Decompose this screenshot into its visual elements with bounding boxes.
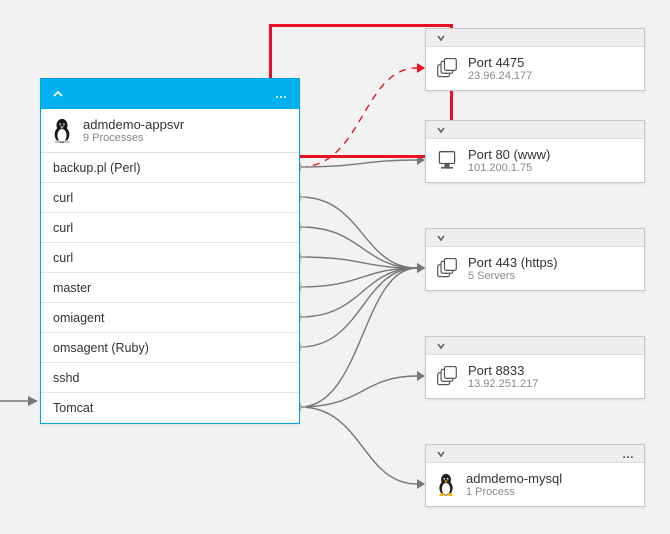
expand-icon[interactable] (432, 229, 450, 247)
target-sub: 23.96.24.177 (468, 70, 532, 82)
target-label: Port 4475 (468, 55, 532, 70)
target-body: Port 80 (www) 101.200.1.75 (426, 139, 644, 182)
target-panel[interactable]: … admdemo-mysql 1 Process (425, 444, 645, 507)
target-header[interactable] (426, 29, 644, 47)
process-row[interactable]: master (41, 273, 299, 303)
process-row[interactable]: Tomcat (41, 393, 299, 423)
target-header[interactable] (426, 337, 644, 355)
target-header[interactable] (426, 229, 644, 247)
source-title: admdemo-appsvr (83, 117, 184, 132)
more-icon[interactable]: … (273, 85, 291, 103)
target-header[interactable]: … (426, 445, 644, 463)
process-list: backup.pl (Perl)curlcurlcurlmasteromiage… (41, 152, 299, 423)
target-label: admdemo-mysql (466, 471, 562, 486)
expand-icon[interactable] (432, 121, 450, 139)
process-row[interactable]: curl (41, 213, 299, 243)
source-subtitle: 9 Processes (83, 132, 184, 144)
target-label: Port 8833 (468, 363, 538, 378)
target-sub: 101.200.1.75 (468, 162, 550, 174)
target-panel[interactable]: Port 8833 13.92.251.217 (425, 336, 645, 399)
source-server-panel[interactable]: … admdemo-appsvr 9 Processes backup.pl (… (40, 78, 300, 424)
expand-icon[interactable] (432, 337, 450, 355)
target-sub: 5 Servers (468, 270, 558, 282)
server-stack-icon (436, 366, 458, 388)
target-panel[interactable]: Port 80 (www) 101.200.1.75 (425, 120, 645, 183)
process-row[interactable]: curl (41, 183, 299, 213)
process-row[interactable]: omiagent (41, 303, 299, 333)
target-body: admdemo-mysql 1 Process (426, 463, 644, 506)
target-body: Port 443 (https) 5 Servers (426, 247, 644, 290)
server-single-icon (436, 150, 458, 172)
target-header[interactable] (426, 121, 644, 139)
tux-icon (51, 118, 73, 144)
target-label: Port 443 (https) (468, 255, 558, 270)
expand-icon[interactable] (432, 445, 450, 463)
tux-icon (436, 473, 456, 496)
target-sub: 13.92.251.217 (468, 378, 538, 390)
process-row[interactable]: omsagent (Ruby) (41, 333, 299, 363)
target-panel[interactable]: Port 4475 23.96.24.177 (425, 28, 645, 91)
expand-icon[interactable] (432, 29, 450, 47)
target-body: Port 8833 13.92.251.217 (426, 355, 644, 398)
target-body: Port 4475 23.96.24.177 (426, 47, 644, 90)
collapse-icon[interactable] (49, 85, 67, 103)
target-panel[interactable]: Port 443 (https) 5 Servers (425, 228, 645, 291)
source-panel-title-row: admdemo-appsvr 9 Processes (41, 109, 299, 152)
target-sub: 1 Process (466, 486, 562, 498)
more-icon[interactable]: … (620, 445, 638, 463)
process-row[interactable]: sshd (41, 363, 299, 393)
server-stack-icon (436, 258, 458, 280)
target-label: Port 80 (www) (468, 147, 550, 162)
source-panel-header[interactable]: … (41, 79, 299, 109)
process-row[interactable]: curl (41, 243, 299, 273)
process-row[interactable]: backup.pl (Perl) (41, 153, 299, 183)
server-stack-icon (436, 58, 458, 80)
